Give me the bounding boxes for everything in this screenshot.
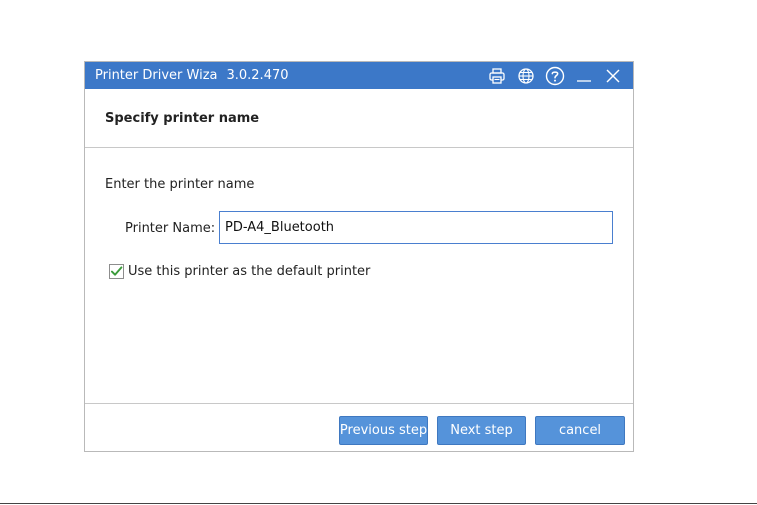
- previous-step-button[interactable]: Previous step: [339, 416, 428, 445]
- step-header: Specify printer name: [85, 89, 633, 148]
- checkmark-icon: [110, 266, 123, 276]
- step-title: Specify printer name: [105, 110, 260, 126]
- cancel-button[interactable]: cancel: [535, 416, 625, 445]
- printer-icon[interactable]: [486, 65, 507, 86]
- app-version: 3.0.2.470: [226, 68, 289, 83]
- app-title: Printer Driver Wiza: [95, 68, 218, 83]
- help-icon[interactable]: [544, 65, 565, 86]
- default-printer-checkbox[interactable]: [109, 264, 124, 279]
- title-bar[interactable]: Printer Driver Wiza 3.0.2.470: [85, 62, 633, 89]
- page-divider: [0, 503, 757, 504]
- printer-name-input[interactable]: [219, 211, 613, 244]
- default-printer-option[interactable]: Use this printer as the default printer: [109, 264, 370, 279]
- printer-name-label: Printer Name:: [125, 221, 216, 236]
- globe-icon[interactable]: [515, 65, 536, 86]
- default-printer-label: Use this printer as the default printer: [128, 264, 371, 279]
- printer-driver-wizard-window: Printer Driver Wiza 3.0.2.470 Specify pr…: [84, 61, 634, 452]
- minimize-icon[interactable]: [573, 65, 594, 86]
- title-bar-controls: [486, 62, 623, 89]
- step-content: Enter the printer name Printer Name: Use…: [85, 148, 633, 404]
- wizard-footer: Previous step Next step cancel: [85, 404, 633, 451]
- close-icon[interactable]: [602, 65, 623, 86]
- next-step-button[interactable]: Next step: [437, 416, 526, 445]
- instruction-text: Enter the printer name: [105, 177, 255, 192]
